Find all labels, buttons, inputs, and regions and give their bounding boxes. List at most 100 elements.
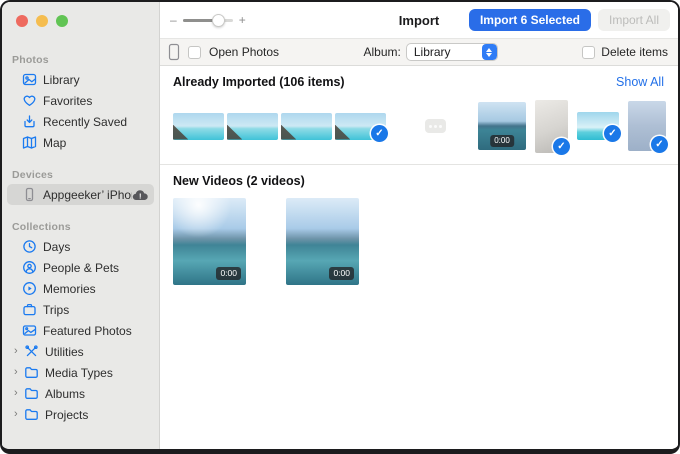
video-thumbnail[interactable]: 0:00 xyxy=(478,102,526,150)
sidebar-item-map[interactable]: Map xyxy=(7,132,154,153)
new-video-thumbnail[interactable]: 0:00 xyxy=(173,198,246,285)
zoom-window-button[interactable] xyxy=(56,15,68,27)
close-window-button[interactable] xyxy=(16,15,28,27)
sidebar-item-label: Days xyxy=(43,240,70,254)
photo-thumbnail[interactable] xyxy=(281,113,332,140)
sidebar-item-days[interactable]: Days xyxy=(7,236,154,257)
window-controls xyxy=(2,2,159,38)
new-video-thumbnail[interactable]: 0:00 xyxy=(286,198,359,285)
sidebar-item-label: Albums xyxy=(45,387,85,401)
sidebar-item-trips[interactable]: Trips xyxy=(7,299,154,320)
sidebar-item-memories[interactable]: Memories xyxy=(7,278,154,299)
new-videos-header: New Videos (2 videos) xyxy=(160,165,678,190)
sidebar-item-label: Projects xyxy=(45,408,88,422)
thumbnail-zoom-control: – + xyxy=(170,13,246,27)
selected-check-icon: ✓ xyxy=(604,125,621,142)
save-download-icon xyxy=(21,114,37,130)
import-content: Already Imported (106 items) Show All ✓ … xyxy=(160,66,678,449)
sidebar-item-label: Favorites xyxy=(43,94,92,108)
sidebar-item-recently-saved[interactable]: Recently Saved xyxy=(7,111,154,132)
new-videos-title: New Videos (2 videos) xyxy=(173,174,305,188)
sidebar-item-library[interactable]: Library xyxy=(7,69,154,90)
import-options-bar: Open Photos Album: Library Delete items xyxy=(160,39,678,66)
delete-items-label: Delete items xyxy=(601,45,668,59)
minimize-window-button[interactable] xyxy=(36,15,48,27)
main-pane: – + Import Import 6 Selected Import All xyxy=(160,2,678,449)
import-all-button[interactable]: Import All xyxy=(598,9,670,31)
album-select[interactable]: Library xyxy=(406,43,498,61)
sidebar-section-header: Collections xyxy=(2,215,159,236)
already-imported-header: Already Imported (106 items) Show All xyxy=(160,66,678,91)
album-group: Album: Library xyxy=(364,43,498,61)
sidebar-item-label: Recently Saved xyxy=(43,115,127,129)
iphone-icon xyxy=(21,187,37,203)
open-photos-label: Open Photos xyxy=(209,45,279,59)
album-label: Album: xyxy=(364,45,401,59)
select-stepper-icon[interactable] xyxy=(482,44,497,60)
photo-thumbnail-selected[interactable]: ✓ xyxy=(628,101,666,151)
folder-icon xyxy=(23,407,39,423)
already-imported-thumbnails: ✓ 0:00 ✓ ✓ ✓ xyxy=(160,91,678,165)
cloud-alert-icon: ! xyxy=(132,189,149,201)
photo-thumbnail-selected[interactable]: ✓ xyxy=(577,112,619,140)
sidebar-item-people-pets[interactable]: People & Pets xyxy=(7,257,154,278)
sidebar-item-label: Utilities xyxy=(45,345,84,359)
toolbar-buttons: Import 6 Selected Import All xyxy=(469,9,678,31)
sidebar-section-header: Devices xyxy=(2,163,159,184)
video-duration-badge: 0:00 xyxy=(490,135,514,147)
map-icon xyxy=(21,135,37,151)
sidebar-item-label: People & Pets xyxy=(43,261,119,275)
sidebar-item-projects[interactable]: › Projects xyxy=(7,404,154,425)
sidebar-item-featured-photos[interactable]: Featured Photos xyxy=(7,320,154,341)
tools-icon xyxy=(23,344,39,360)
heart-icon xyxy=(21,93,37,109)
suitcase-icon xyxy=(21,302,37,318)
sidebar-item-label: Trips xyxy=(43,303,69,317)
sidebar-item-favorites[interactable]: Favorites xyxy=(7,90,154,111)
zoom-slider[interactable] xyxy=(183,14,233,27)
chevron-right-icon[interactable]: › xyxy=(14,409,23,420)
new-videos-thumbnails: 0:00 0:00 xyxy=(160,190,678,285)
folder-icon xyxy=(23,365,39,381)
sidebar-item-albums[interactable]: › Albums xyxy=(7,383,154,404)
delete-items-checkbox[interactable] xyxy=(582,46,595,59)
import-selected-button[interactable]: Import 6 Selected xyxy=(469,9,591,31)
chevron-right-icon[interactable]: › xyxy=(14,346,23,357)
selected-check-icon: ✓ xyxy=(553,138,570,155)
sidebar-section-photos: Photos Library Favorites Recently Saved xyxy=(2,48,159,153)
sidebar-item-iphone-device[interactable]: Appgeeker’ iPhone ! xyxy=(7,184,154,205)
chevron-right-icon[interactable]: › xyxy=(14,388,23,399)
zoom-slider-thumb[interactable] xyxy=(212,14,225,27)
zoom-slider-fill xyxy=(183,19,214,22)
toolbar: – + Import Import 6 Selected Import All xyxy=(160,2,678,39)
more-items-ellipsis-button[interactable] xyxy=(425,119,446,133)
zoom-in-label[interactable]: + xyxy=(239,13,246,27)
photo-thumbnail[interactable] xyxy=(227,113,278,140)
photo-thumbnail-selected[interactable]: ✓ xyxy=(535,100,568,153)
sidebar-item-label: Media Types xyxy=(45,366,113,380)
sidebar-section-header: Photos xyxy=(2,48,159,69)
play-circle-icon xyxy=(21,281,37,297)
sidebar-item-label: Memories xyxy=(43,282,96,296)
selected-check-icon: ✓ xyxy=(371,125,388,142)
device-phone-icon xyxy=(168,43,180,61)
beach-thumbnail-group: ✓ xyxy=(173,113,386,140)
open-photos-group: Open Photos xyxy=(168,43,279,61)
selected-check-icon: ✓ xyxy=(651,136,668,153)
show-all-link[interactable]: Show All xyxy=(616,75,664,89)
zoom-out-label[interactable]: – xyxy=(170,13,177,27)
sidebar-item-label: Map xyxy=(43,136,66,150)
sidebar-item-label: Appgeeker’ iPhone xyxy=(43,188,132,202)
already-imported-title: Already Imported (106 items) xyxy=(173,75,345,89)
photo-thumbnail[interactable] xyxy=(173,113,224,140)
sidebar-section-devices: Devices Appgeeker’ iPhone ! xyxy=(2,163,159,205)
sidebar-item-media-types[interactable]: › Media Types xyxy=(7,362,154,383)
chevron-right-icon[interactable]: › xyxy=(14,367,23,378)
sidebar: Photos Library Favorites Recently Saved xyxy=(2,2,160,449)
photo-icon xyxy=(21,323,37,339)
sidebar-item-utilities[interactable]: › Utilities xyxy=(7,341,154,362)
mixed-thumbnail-group: 0:00 ✓ ✓ ✓ xyxy=(478,100,666,153)
sidebar-item-label: Featured Photos xyxy=(43,324,132,338)
open-photos-checkbox[interactable] xyxy=(188,46,201,59)
photo-thumbnail-selected[interactable]: ✓ xyxy=(335,113,386,140)
